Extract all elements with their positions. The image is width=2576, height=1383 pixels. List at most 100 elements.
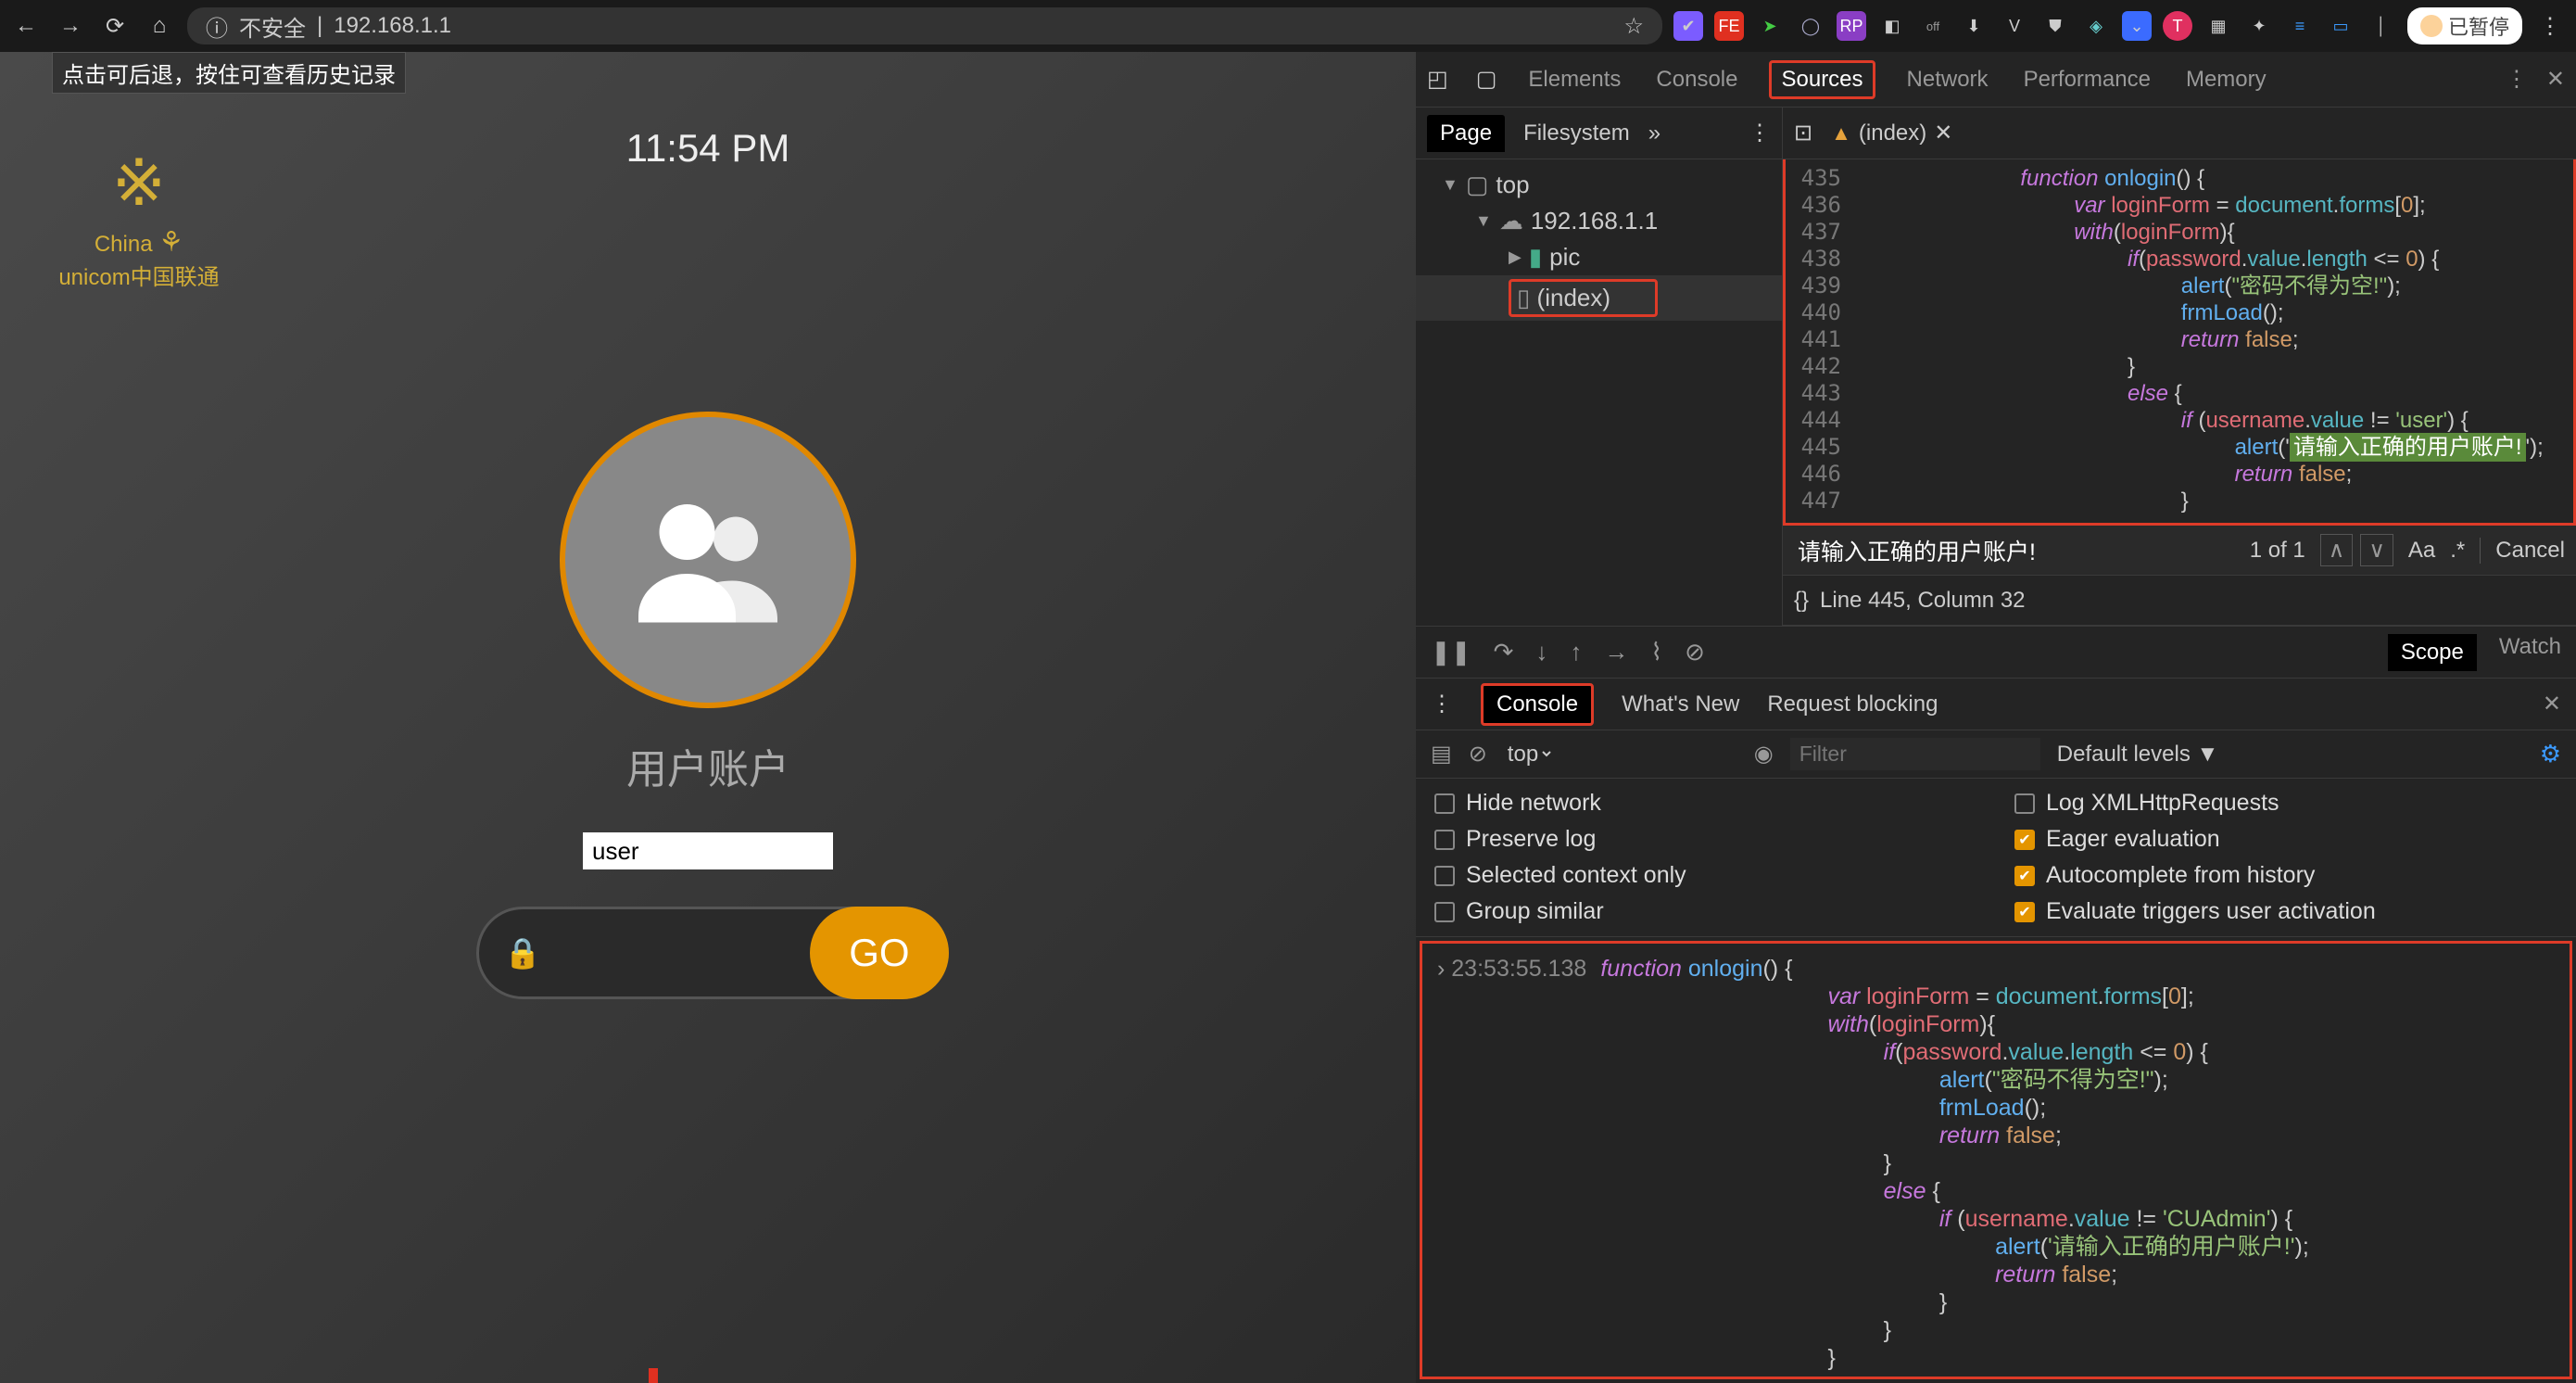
find-prev-button[interactable]: ∧ [2320, 534, 2354, 566]
console-filter-input[interactable] [1790, 738, 2040, 770]
nav-filesystem-tab[interactable]: Filesystem [1523, 121, 1630, 146]
ext-icon[interactable]: T [2163, 11, 2192, 41]
ext-icon[interactable]: ◈ [2081, 11, 2111, 41]
opt-sel-context[interactable]: Selected context only [1434, 862, 1977, 889]
console-output[interactable]: › 23:53:55.138 function onlogin() { var … [1420, 941, 2572, 1379]
insecure-label: 不安全 [239, 10, 306, 43]
console-settings-icon[interactable]: ⚙ [2540, 740, 2561, 768]
devtools-tabs: ◰ ▢ Elements Console Sources Network Per… [1416, 52, 2576, 108]
tab-performance[interactable]: Performance [2020, 59, 2154, 100]
ext-icon[interactable]: off [1918, 11, 1948, 41]
tab-console[interactable]: Console [1652, 59, 1741, 100]
step-icon[interactable]: → [1604, 638, 1628, 666]
step-out-icon[interactable]: ↑ [1570, 638, 1582, 666]
braces-icon[interactable]: {} [1794, 588, 1809, 614]
find-case[interactable]: Aa [2408, 538, 2435, 564]
close-tab-icon[interactable]: ✕ [1934, 120, 1952, 146]
logo-sub: unicom中国联通 [37, 259, 241, 291]
users-icon [625, 476, 791, 643]
drawer-reqblock-tab[interactable]: Request blocking [1767, 692, 1938, 717]
tab-network[interactable]: Network [1903, 59, 1992, 100]
tree-top[interactable]: ▼▢top [1416, 167, 1782, 203]
star-icon[interactable]: ☆ [1623, 13, 1644, 40]
step-over-icon[interactable]: ↷ [1494, 638, 1514, 666]
code-nav-icon[interactable]: ⊡ [1794, 120, 1812, 146]
pause-exc-icon[interactable]: ⊘ [1685, 638, 1705, 666]
ext-icon[interactable]: ◯ [1796, 11, 1825, 41]
ext-icon[interactable]: ◧ [1877, 11, 1907, 41]
username-input[interactable] [583, 832, 833, 869]
divider [2480, 538, 2481, 564]
drawer-console-tab[interactable]: Console [1481, 683, 1594, 726]
warning-icon: ▲ [1831, 121, 1851, 146]
opt-eager-eval[interactable]: ✔Eager evaluation [2014, 826, 2557, 853]
watch-tab[interactable]: Watch [2499, 634, 2561, 671]
editor-status: {} Line 445, Column 32 [1783, 576, 2576, 626]
unicom-logo: ※ China ⚘ unicom中国联通 [37, 145, 241, 291]
inspect-icon[interactable]: ◰ [1427, 66, 1448, 93]
logo-brand: China [95, 232, 153, 257]
tab-sources[interactable]: Sources [1769, 60, 1875, 99]
ext-icon[interactable]: ⌄ [2122, 11, 2152, 41]
ext-icon[interactable]: ✔ [1673, 11, 1703, 41]
tab-elements[interactable]: Elements [1524, 59, 1624, 100]
ext-icon[interactable]: ➤ [1755, 11, 1785, 41]
ext-icon[interactable]: ≡ [2285, 11, 2315, 41]
back-button[interactable]: ← [9, 9, 43, 43]
levels-select[interactable]: Default levels ▼ [2057, 742, 2219, 768]
find-cancel[interactable]: Cancel [2495, 538, 2565, 564]
login-page: ※ China ⚘ unicom中国联通 11:54 PM 用户账户 🔒 GO [0, 52, 1416, 1383]
editor-tab-index[interactable]: ▲ (index) ✕ [1824, 116, 1960, 150]
ext-icon[interactable]: ✦ [2244, 11, 2274, 41]
nav-more-icon[interactable]: » [1648, 121, 1661, 146]
back-tooltip: 点击可后退，按住可查看历史记录 [52, 52, 406, 94]
nav-page-tab[interactable]: Page [1427, 115, 1505, 152]
kebab-menu-icon[interactable]: ⋮ [2533, 9, 2567, 43]
ext-icon[interactable]: RP [1837, 11, 1866, 41]
step-into-icon[interactable]: ↓ [1535, 638, 1547, 666]
nav-menu-icon[interactable]: ⋮ [1749, 120, 1771, 146]
home-button[interactable]: ⌂ [143, 9, 176, 43]
tree-pic[interactable]: ▶▮pic [1416, 239, 1782, 275]
devtools-menu-icon[interactable]: ⋮ [2506, 66, 2528, 93]
reload-button[interactable]: ⟳ [98, 9, 132, 43]
opt-eval-triggers[interactable]: ✔Evaluate triggers user activation [2014, 898, 2557, 925]
scope-tab[interactable]: Scope [2388, 634, 2477, 671]
console-sidebar-icon[interactable]: ▤ [1431, 741, 1452, 768]
address-bar[interactable]: ⓘ 不安全 | 192.168.1.1 ☆ [187, 7, 1662, 44]
ext-icon[interactable]: ▭ [2326, 11, 2355, 41]
paused-pill[interactable]: 已暂停 [2407, 7, 2522, 44]
tree-host[interactable]: ▼☁192.168.1.1 [1416, 203, 1782, 239]
ext-icon[interactable]: V [2000, 11, 2029, 41]
opt-autocomplete[interactable]: ✔Autocomplete from history [2014, 862, 2557, 889]
find-count: 1 of 1 [2250, 538, 2305, 564]
pause-icon[interactable]: ❚❚ [1431, 638, 1471, 666]
drawer-close-icon[interactable]: ✕ [2543, 691, 2561, 717]
deactivate-bp-icon[interactable]: ⌇ [1650, 638, 1662, 666]
opt-hide-network[interactable]: Hide network [1434, 790, 1977, 817]
devtools-close-icon[interactable]: ✕ [2546, 66, 2565, 93]
clear-console-icon[interactable]: ⊘ [1469, 741, 1487, 768]
find-input[interactable] [1794, 533, 2235, 567]
ext-icon[interactable]: ⬇ [1959, 11, 1989, 41]
opt-group-similar[interactable]: Group similar [1434, 898, 1977, 925]
find-bar: 1 of 1 ∧ ∨ Aa .* Cancel [1783, 526, 2576, 576]
find-next-button[interactable]: ∨ [2360, 534, 2393, 566]
context-select[interactable]: top [1504, 741, 1554, 768]
device-icon[interactable]: ▢ [1476, 66, 1497, 93]
editor-tab-label: (index) [1859, 121, 1926, 146]
drawer-whatsnew-tab[interactable]: What's New [1622, 692, 1739, 717]
opt-log-xhr[interactable]: Log XMLHttpRequests [2014, 790, 2557, 817]
ext-icon[interactable]: ▦ [2203, 11, 2233, 41]
find-regex[interactable]: .* [2450, 538, 2465, 564]
tree-index[interactable]: ▯ (index) [1416, 275, 1782, 321]
eye-icon[interactable]: ◉ [1754, 741, 1774, 768]
ext-icon[interactable]: FE [1714, 11, 1744, 41]
forward-button[interactable]: → [54, 9, 87, 43]
code-editor[interactable]: function onlogin() { var loginForm = doc… [1850, 159, 2573, 523]
drawer-menu-icon[interactable]: ⋮ [1431, 691, 1453, 717]
go-button[interactable]: GO [810, 907, 949, 999]
ext-icon[interactable]: ⛊ [2040, 11, 2070, 41]
tab-memory[interactable]: Memory [2182, 59, 2270, 100]
opt-preserve-log[interactable]: Preserve log [1434, 826, 1977, 853]
